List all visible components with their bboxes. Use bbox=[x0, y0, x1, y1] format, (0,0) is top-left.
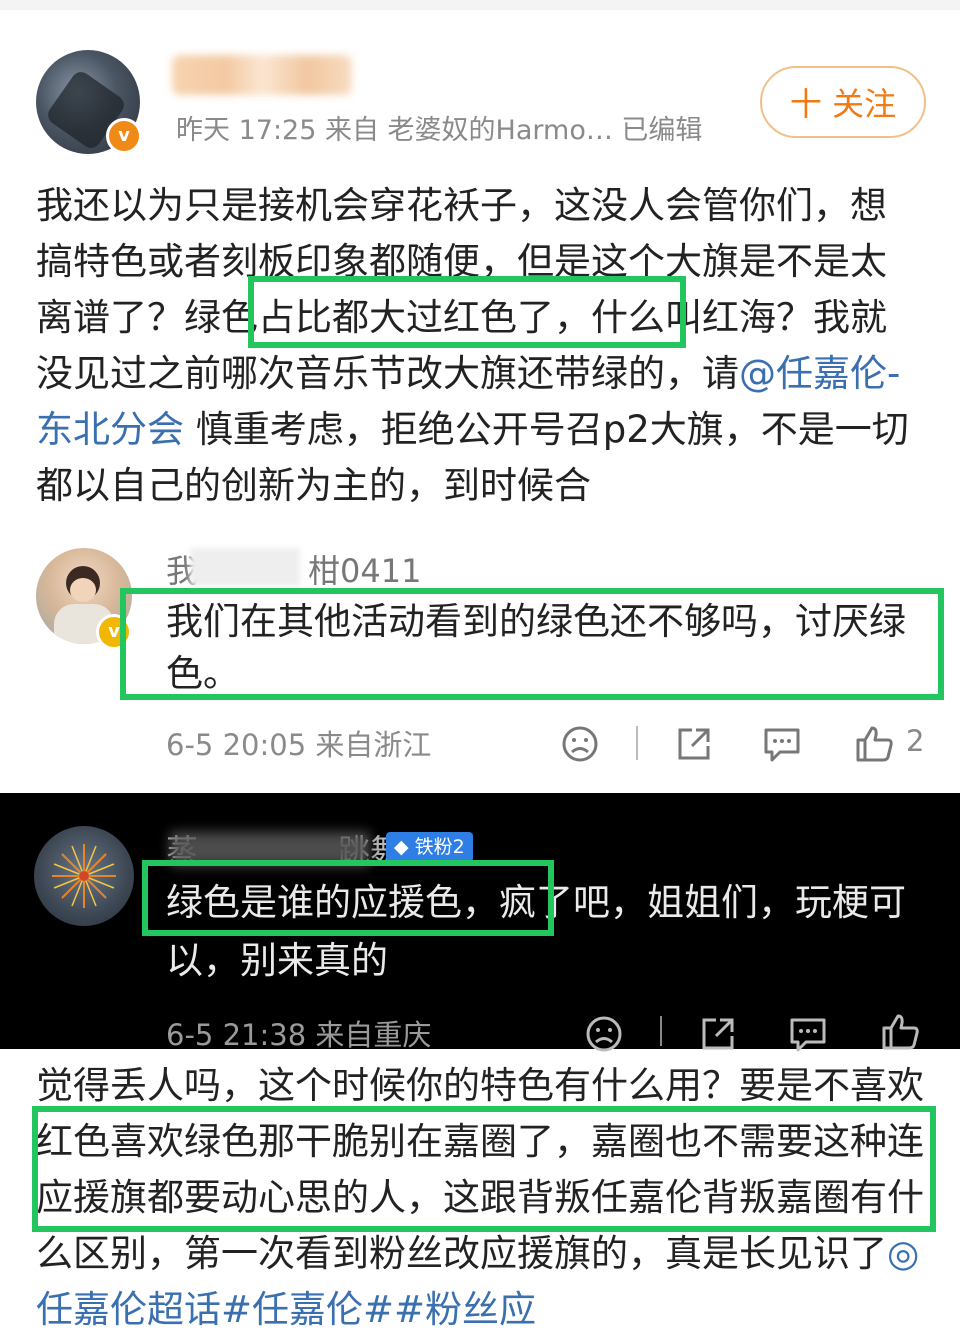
like-icon[interactable] bbox=[852, 722, 896, 766]
highlight-box-1 bbox=[248, 276, 686, 348]
top-divider bbox=[0, 0, 960, 10]
fan-badge: ◆ 铁粉2 bbox=[386, 832, 473, 862]
divider bbox=[636, 726, 638, 760]
comment-meta: 6-5 20:05 来自浙江 bbox=[166, 728, 432, 762]
firework-icon bbox=[52, 844, 116, 908]
divider bbox=[660, 1016, 662, 1046]
like-count: 2 bbox=[906, 724, 925, 758]
post-meta: 昨天 17:25 来自 老婆奴的Harmo… 已编辑 bbox=[176, 115, 703, 146]
diamond-icon: ◆ bbox=[394, 836, 409, 858]
dislike-icon[interactable] bbox=[558, 722, 602, 766]
share-icon[interactable] bbox=[672, 722, 716, 766]
comment-meta: 6-5 21:38 来自重庆 bbox=[166, 1018, 432, 1052]
highlight-box-3 bbox=[142, 860, 554, 936]
share-icon[interactable] bbox=[696, 1012, 740, 1056]
dislike-icon[interactable] bbox=[582, 1012, 626, 1056]
like-icon[interactable] bbox=[878, 1010, 922, 1054]
commenter-avatar[interactable] bbox=[34, 826, 134, 926]
comment-icon[interactable] bbox=[760, 722, 804, 766]
highlight-box-2 bbox=[120, 588, 944, 700]
highlight-box-4 bbox=[32, 1106, 936, 1232]
verified-badge-icon: v bbox=[106, 118, 142, 154]
follow-button[interactable]: 十 关注 bbox=[760, 66, 926, 138]
name-blur bbox=[190, 548, 300, 586]
comment-icon[interactable] bbox=[786, 1012, 830, 1056]
author-name-blurred[interactable] bbox=[172, 55, 352, 95]
